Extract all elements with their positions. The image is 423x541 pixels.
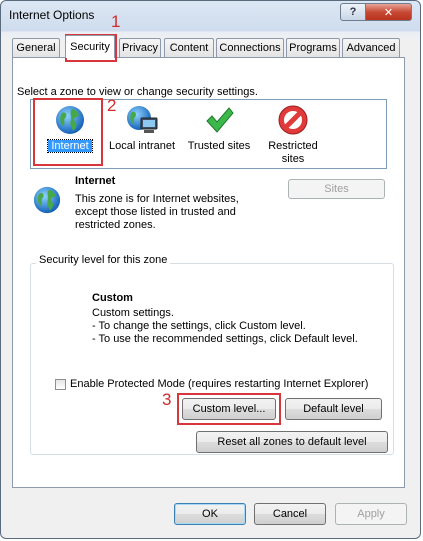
button-label: Sites: [324, 183, 349, 195]
protected-mode-label: Enable Protected Mode (requires restarti…: [70, 378, 369, 390]
tab-label: Connections: [219, 42, 281, 54]
checkmark-icon: [206, 107, 234, 133]
step-1-number: 1: [111, 12, 121, 31]
default-level-button[interactable]: Default level: [285, 398, 382, 420]
tab-label: Security: [70, 41, 110, 53]
zone-label: Local intranet: [108, 140, 176, 152]
zone-caption: Select a zone to view or change security…: [17, 86, 258, 98]
tab-programs[interactable]: Programs: [286, 38, 340, 57]
step-2-number: 2: [107, 96, 117, 115]
level-line: Custom settings.: [92, 307, 174, 319]
level-line: - To change the settings, click Custom l…: [92, 320, 306, 332]
zone-label: Restricted sites: [268, 140, 318, 165]
button-label: Default level: [303, 403, 364, 415]
window-title: Internet Options: [9, 8, 95, 22]
button-label: Reset all zones to default level: [217, 436, 367, 448]
zone-trusted-sites[interactable]: Trusted sites: [186, 104, 252, 153]
level-description: Custom settings. - To change the setting…: [92, 307, 358, 346]
button-label: Apply: [357, 508, 385, 520]
tab-advanced[interactable]: Advanced: [342, 38, 400, 57]
zone-info-title: Internet: [75, 175, 116, 187]
ok-button[interactable]: OK: [174, 503, 246, 525]
highlight-step-2: [33, 98, 103, 166]
tab-content[interactable]: Content: [164, 38, 214, 57]
close-button[interactable]: ✕: [365, 3, 412, 21]
tab-label: Programs: [289, 42, 337, 54]
reset-all-zones-button[interactable]: Reset all zones to default level: [196, 431, 388, 453]
level-title: Custom: [92, 292, 133, 304]
apply-button[interactable]: Apply: [335, 503, 407, 525]
tab-security[interactable]: Security: [65, 35, 115, 58]
zone-info-description: This zone is for Internet websites, exce…: [75, 193, 239, 231]
protected-mode-checkbox[interactable]: [55, 378, 66, 390]
tab-general[interactable]: General: [12, 38, 60, 57]
button-label: Cancel: [272, 508, 308, 520]
level-line: - To use the recommended settings, click…: [92, 333, 358, 345]
restricted-icon: [278, 105, 308, 135]
cancel-button[interactable]: Cancel: [254, 503, 326, 525]
help-button[interactable]: ?: [340, 3, 366, 21]
highlight-step-3: [177, 393, 281, 425]
tab-label: Content: [169, 42, 209, 54]
tab-privacy[interactable]: Privacy: [119, 38, 161, 57]
group-label: Security level for this zone: [36, 254, 171, 266]
globe-icon: [33, 186, 61, 214]
tab-label: General: [16, 42, 56, 54]
protected-mode-row[interactable]: Enable Protected Mode (requires restarti…: [55, 378, 368, 390]
zone-label: Trusted sites: [187, 140, 251, 152]
help-icon: ?: [349, 6, 357, 18]
step-3-number: 3: [162, 390, 172, 409]
title-bar: Internet Options ? ✕: [1, 1, 420, 31]
tab-label: Advanced: [346, 42, 396, 54]
button-label: OK: [202, 508, 218, 520]
close-icon: ✕: [383, 6, 394, 19]
intranet-icon: [127, 106, 158, 133]
tab-label: Privacy: [121, 42, 159, 54]
security-level-group: [30, 263, 394, 455]
zone-restricted-sites[interactable]: Restricted sites: [262, 104, 324, 166]
tab-connections[interactable]: Connections: [216, 38, 284, 57]
sites-button[interactable]: Sites: [288, 179, 385, 199]
